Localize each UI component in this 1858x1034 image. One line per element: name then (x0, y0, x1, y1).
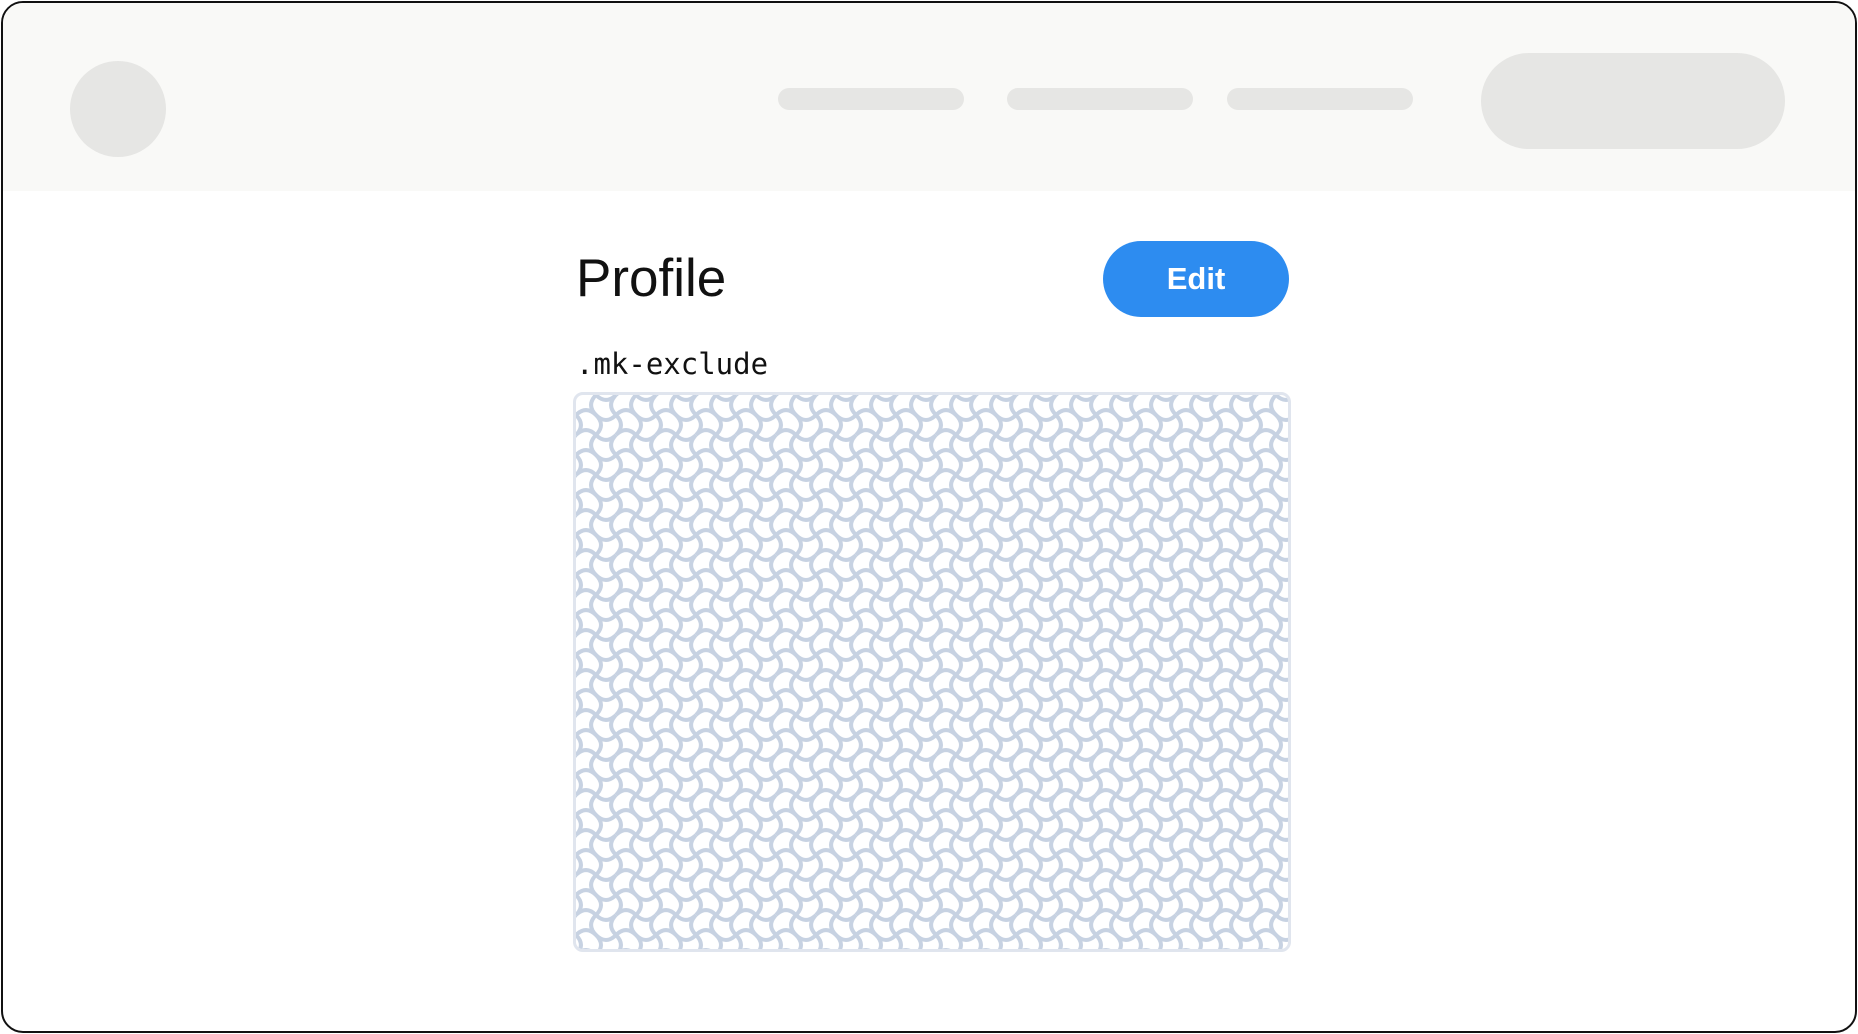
nav-item-3[interactable] (1227, 88, 1413, 110)
logo-placeholder-icon[interactable] (70, 61, 166, 157)
wave-pattern-icon (576, 395, 1288, 949)
code-label: .mk-exclude (576, 347, 769, 381)
header-cta-button[interactable] (1481, 53, 1785, 149)
nav-item-1[interactable] (778, 88, 964, 110)
excluded-region (573, 392, 1291, 952)
page-title: Profile (576, 249, 727, 308)
edit-button[interactable]: Edit (1103, 241, 1289, 317)
nav-item-2[interactable] (1007, 88, 1193, 110)
header-bar (3, 3, 1855, 191)
app-window: Profile Edit .mk-exclude (1, 1, 1857, 1033)
